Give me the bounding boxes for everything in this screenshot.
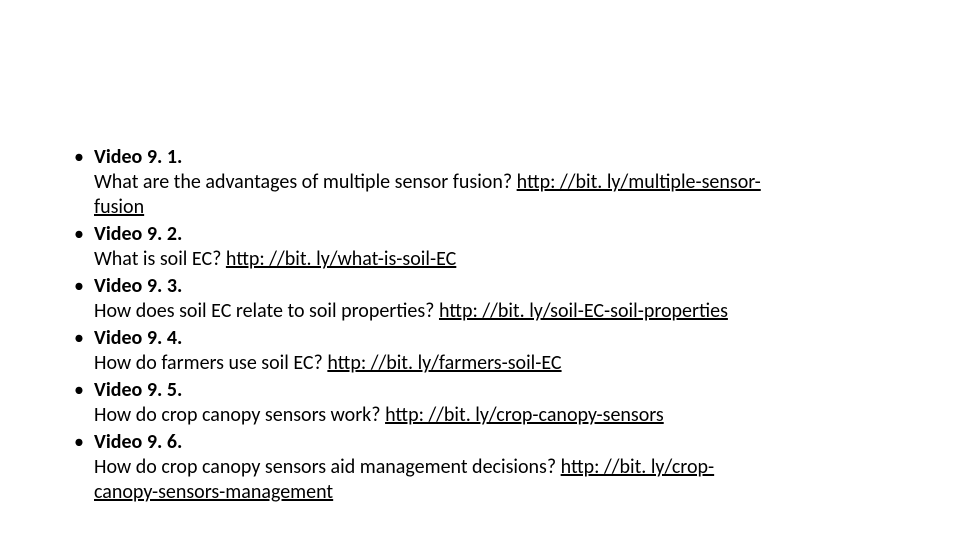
video-link-text-cont: canopy-sensors-management [94,480,333,504]
video-title: Video 9. 4. [94,326,182,350]
video-link-text-cont: fusion [94,195,144,219]
video-question: What are the advantages of multiple sens… [94,170,517,194]
video-question: How do farmers use soil EC? [94,351,327,375]
list-item: Video 9. 2. What is soil EC? http: //bit… [70,222,890,272]
video-link-text: http: //bit. ly/what-is-soil-EC [226,247,456,271]
slide: Video 9. 1. What are the advantages of m… [0,0,960,540]
video-title: Video 9. 5. [94,378,182,402]
video-link[interactable]: http: //bit. ly/what-is-soil-EC [226,247,456,271]
video-link-text: http: //bit. ly/crop- [561,455,715,479]
list-item: Video 9. 1. What are the advantages of m… [70,145,890,220]
video-link[interactable]: http: //bit. ly/crop-canopy-sensors [385,403,664,427]
video-question: What is soil EC? [94,247,226,271]
video-list: Video 9. 1. What are the advantages of m… [70,145,890,505]
video-title: Video 9. 6. [94,430,182,454]
video-link[interactable]: http: //bit. ly/farmers-soil-EC [327,351,561,375]
list-item: Video 9. 6. How do crop canopy sensors a… [70,430,890,505]
video-question: How do crop canopy sensors aid managemen… [94,455,561,479]
video-link-text: http: //bit. ly/multiple-sensor- [517,170,761,194]
list-item: Video 9. 3. How does soil EC relate to s… [70,274,890,324]
video-title: Video 9. 1. [94,145,182,169]
video-link[interactable]: http: //bit. ly/soil-EC-soil-properties [439,299,728,323]
video-link-text: http: //bit. ly/soil-EC-soil-properties [439,299,728,323]
video-title: Video 9. 2. [94,222,182,246]
video-question: How do crop canopy sensors work? [94,403,385,427]
video-link-text: http: //bit. ly/farmers-soil-EC [327,351,561,375]
video-title: Video 9. 3. [94,274,182,298]
video-question: How does soil EC relate to soil properti… [94,299,439,323]
list-item: Video 9. 5. How do crop canopy sensors w… [70,378,890,428]
video-link-text: http: //bit. ly/crop-canopy-sensors [385,403,664,427]
list-item: Video 9. 4. How do farmers use soil EC? … [70,326,890,376]
